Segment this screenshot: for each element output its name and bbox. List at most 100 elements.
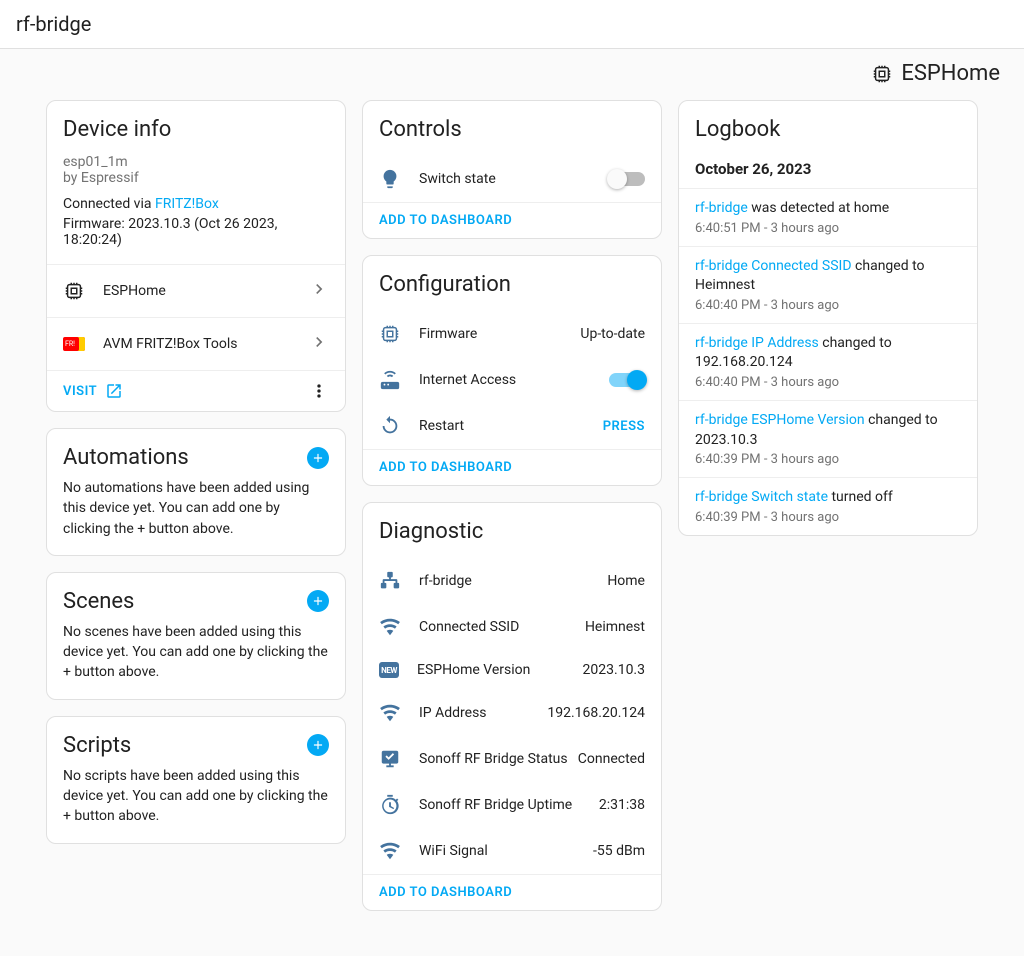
diagnostic-value: 2:31:38 <box>599 797 645 813</box>
scenes-title: Scenes <box>63 589 134 614</box>
esphome-icon <box>63 280 85 302</box>
chevron-right-icon <box>309 332 329 356</box>
integration-label: ESPHome <box>103 283 166 299</box>
timer-icon <box>379 794 401 816</box>
logbook-entry-text: turned off <box>828 489 893 505</box>
logbook-entry[interactable]: rf-bridge ESPHome Version changed to 202… <box>679 400 977 477</box>
logbook-entry-meta: 6:40:51 PM - 3 hours ago <box>695 221 961 236</box>
logbook-entity-link[interactable]: rf-bridge ESPHome Version <box>695 412 865 428</box>
card-scripts: Scripts No scripts have been added using… <box>46 716 346 844</box>
integration-esphome[interactable]: ESPHome <box>47 264 345 317</box>
more-menu-button[interactable] <box>309 381 329 401</box>
diagnostic-label: ESPHome Version <box>417 662 530 678</box>
card-diagnostic: Diagnostic rf-bridgeHome Connected SSID He… <box>362 502 662 911</box>
visit-button[interactable]: VISIT <box>63 382 123 400</box>
logbook-entry-meta: 6:40:40 PM - 3 hours ago <box>695 375 961 390</box>
card-controls: Controls Switch state ADD TO DASHBOARD <box>362 100 662 239</box>
wifi-icon <box>379 840 401 862</box>
logbook-title: Logbook <box>695 117 961 142</box>
configuration-add-dashboard-button[interactable]: ADD TO DASHBOARD <box>379 460 512 475</box>
connected-via-link[interactable]: FRITZ!Box <box>155 196 219 212</box>
card-configuration: Configuration Firmware Up-to-date Intern… <box>362 255 662 486</box>
esphome-chip-icon <box>869 62 895 86</box>
logbook-entry[interactable]: rf-bridge Switch state turned off 6:40:39… <box>679 477 977 535</box>
integration-fritz[interactable]: FR! AVM FRITZ!Box Tools <box>47 317 345 370</box>
diagnostic-row[interactable]: Connected SSID Heimnest <box>363 604 661 650</box>
diagnostic-label: Sonoff RF Bridge Status <box>419 751 568 767</box>
device-connected-via: Connected via FRITZ!Box <box>63 196 329 212</box>
diagnostic-title: Diagnostic <box>379 519 645 544</box>
row-restart: Restart PRESS <box>363 403 661 449</box>
fritz-icon: FR! <box>63 333 85 355</box>
diagnostic-value: 2023.10.3 <box>583 662 645 678</box>
card-device-info: Device info esp01_1m by Espressif Connec… <box>46 100 346 412</box>
automations-placeholder: No automations have been added using thi… <box>47 478 345 555</box>
internet-access-toggle[interactable] <box>609 373 645 387</box>
row-switch-state: Switch state <box>363 156 661 202</box>
logbook-entity-link[interactable]: rf-bridge Switch state <box>695 489 828 505</box>
automations-title: Automations <box>63 445 189 470</box>
row-internet-access: Internet Access <box>363 357 661 403</box>
logbook-entity-link[interactable]: rf-bridge Connected SSID <box>695 258 852 274</box>
add-automation-button[interactable] <box>307 447 329 469</box>
check-net-icon <box>379 748 401 770</box>
scenes-placeholder: No scenes have been added using this dev… <box>47 622 345 699</box>
diagnostic-row[interactable]: WiFi Signal -55 dBm <box>363 828 661 874</box>
configuration-title: Configuration <box>379 272 645 297</box>
wifi-fill-icon <box>379 616 401 638</box>
controls-add-dashboard-button[interactable]: ADD TO DASHBOARD <box>379 213 512 228</box>
new-badge-icon: NEW <box>379 662 399 678</box>
controls-title: Controls <box>379 117 645 142</box>
switch-state-label: Switch state <box>419 171 496 187</box>
firmware-value: Up-to-date <box>580 326 645 342</box>
logbook-entry[interactable]: rf-bridge Connected SSID changed to Heim… <box>679 246 977 323</box>
diagnostic-label: Connected SSID <box>419 619 519 635</box>
diagnostic-row[interactable]: Sonoff RF Bridge Uptime 2:31:38 <box>363 782 661 828</box>
logbook-entity-link[interactable]: rf-bridge IP Address <box>695 335 819 351</box>
diagnostic-label: Sonoff RF Bridge Uptime <box>419 797 572 813</box>
diagnostic-row[interactable]: Sonoff RF Bridge Status Connected <box>363 736 661 782</box>
logbook-entry-meta: 6:40:39 PM - 3 hours ago <box>695 510 961 525</box>
integration-label: AVM FRITZ!Box Tools <box>103 336 237 352</box>
switch-state-toggle[interactable] <box>609 172 645 186</box>
brand-esphome[interactable]: ESPHome <box>869 61 1000 86</box>
internet-access-label: Internet Access <box>419 372 516 388</box>
router-icon <box>379 369 401 391</box>
logbook-date: October 26, 2023 <box>679 156 977 188</box>
diagnostic-row[interactable]: rf-bridgeHome <box>363 558 661 604</box>
restart-label: Restart <box>419 418 464 434</box>
diagnostic-value: Connected <box>578 751 645 767</box>
scripts-title: Scripts <box>63 733 131 758</box>
diagnostic-value: Heimnest <box>585 619 645 635</box>
lan-icon <box>379 570 401 592</box>
add-script-button[interactable] <box>307 734 329 756</box>
row-firmware[interactable]: Firmware Up-to-date <box>363 311 661 357</box>
diagnostic-value: 192.168.20.124 <box>547 705 645 721</box>
logbook-entity-link[interactable]: rf-bridge <box>695 200 748 216</box>
logbook-entry[interactable]: rf-bridge was detected at home 6:40:51 PM… <box>679 188 977 246</box>
device-manufacturer: by Espressif <box>63 170 329 186</box>
logbook-entry[interactable]: rf-bridge IP Address changed to 192.168.… <box>679 323 977 400</box>
logbook-entry-meta: 6:40:40 PM - 3 hours ago <box>695 298 961 313</box>
restart-press-button[interactable]: PRESS <box>603 419 645 434</box>
lightbulb-icon <box>379 168 401 190</box>
card-automations: Automations No automations have been add… <box>46 428 346 556</box>
wifi-icon <box>379 702 401 724</box>
diagnostic-label: WiFi Signal <box>419 843 488 859</box>
open-external-icon <box>105 382 123 400</box>
chevron-right-icon <box>309 279 329 303</box>
diagnostic-add-dashboard-button[interactable]: ADD TO DASHBOARD <box>379 885 512 900</box>
card-logbook: Logbook October 26, 2023 rf-bridge was d… <box>678 100 978 536</box>
device-info-title: Device info <box>63 117 329 142</box>
diagnostic-row[interactable]: IP Address 192.168.20.124 <box>363 690 661 736</box>
add-scene-button[interactable] <box>307 590 329 612</box>
diagnostic-label: IP Address <box>419 705 487 721</box>
diagnostic-row[interactable]: NEW ESPHome Version 2023.10.3 <box>363 650 661 690</box>
diagnostic-value: -55 dBm <box>593 843 645 859</box>
brand-label: ESPHome <box>901 61 1000 86</box>
card-scenes: Scenes No scenes have been added using t… <box>46 572 346 700</box>
chip-icon <box>379 323 401 345</box>
scripts-placeholder: No scripts have been added using this de… <box>47 766 345 843</box>
logbook-entry-text: was detected at home <box>748 200 889 216</box>
device-model: esp01_1m <box>63 154 329 170</box>
